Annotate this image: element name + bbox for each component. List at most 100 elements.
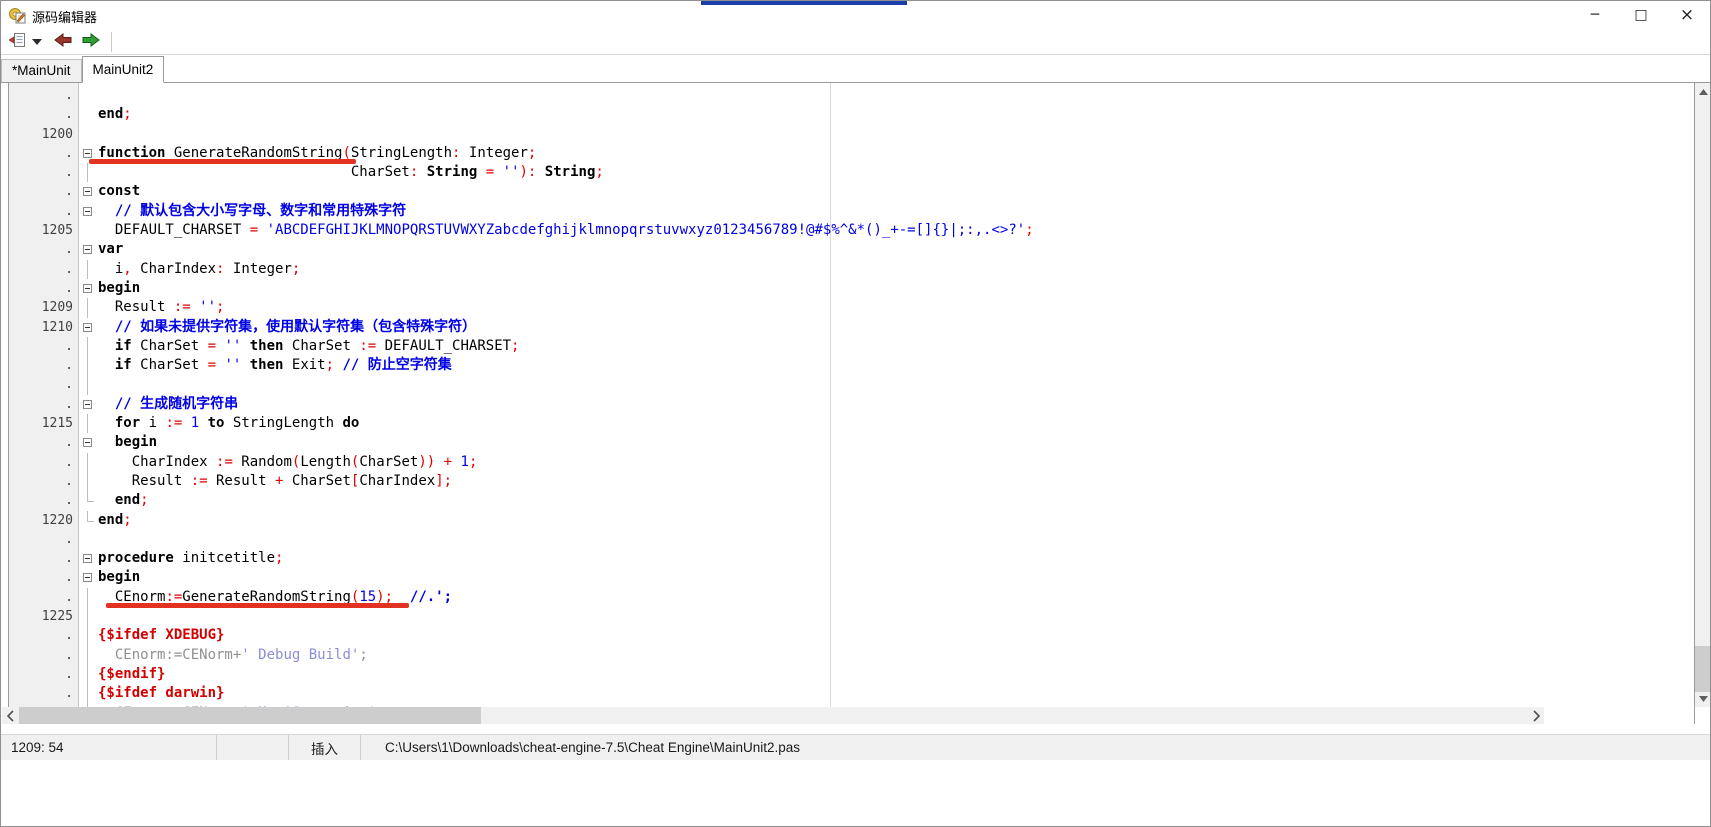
code-line[interactable]: . {$ifdef darwin} — [9, 684, 1694, 704]
goto-section-icon — [8, 31, 27, 52]
code-line[interactable]: . i, CharIndex: Integer; — [9, 259, 1694, 279]
line-number: 1205 — [41, 223, 73, 239]
code-line[interactable]: . CEnorm:=CENorm+' Debug Build'; — [9, 645, 1694, 665]
fold-line — [87, 259, 88, 279]
window-title: 源码编辑器 — [32, 10, 98, 25]
code-line[interactable]: . begin — [9, 279, 1694, 298]
fold-line — [87, 414, 88, 434]
fold-column — [79, 664, 98, 685]
fold-toggle-icon[interactable] — [83, 573, 92, 583]
fold-toggle-icon[interactable] — [83, 148, 92, 158]
line-number: . — [65, 493, 73, 509]
line-number: . — [65, 242, 73, 258]
line-number: . — [65, 396, 73, 412]
code-line[interactable]: . — [9, 86, 1694, 105]
fold-line — [87, 298, 88, 318]
code-line[interactable]: . {$ifdef XDEBUG} — [9, 626, 1694, 646]
fold-column — [79, 318, 98, 337]
scroll-down-arrow-icon[interactable] — [1695, 690, 1710, 707]
code-text: procedure initcetitle; — [98, 550, 284, 567]
code-line[interactable]: . end; — [9, 105, 1694, 124]
code-line[interactable]: . begin — [9, 568, 1694, 587]
code-line[interactable]: . // 生成随机字符串 — [9, 395, 1694, 414]
fold-toggle-icon[interactable] — [83, 283, 92, 293]
fold-line — [87, 664, 88, 685]
fold-toggle-icon[interactable] — [83, 399, 92, 409]
fold-line — [87, 452, 88, 472]
line-number: . — [65, 184, 73, 200]
code-line[interactable]: . CharSet: String = ''): String; — [9, 163, 1694, 183]
code-line[interactable]: . const — [9, 182, 1694, 201]
line-number: . — [65, 570, 73, 586]
fold-line — [87, 587, 88, 608]
code-text: for i := 1 to StringLength do — [114, 415, 360, 432]
code-line[interactable]: . {$endif} — [9, 664, 1694, 685]
code-line[interactable]: 1205 DEFAULT_CHARSET = 'ABCDEFGHIJKLMNOP… — [9, 221, 1694, 240]
fold-column — [79, 259, 98, 279]
line-number: . — [65, 551, 73, 567]
code-text: // 生成随机字符串 — [114, 395, 239, 412]
goto-dropdown-button[interactable] — [29, 31, 45, 53]
code-line[interactable]: . var — [9, 240, 1694, 259]
fold-column — [79, 395, 98, 414]
code-text: i, CharIndex: Integer; — [98, 260, 301, 277]
fold-column — [79, 471, 98, 492]
code-line[interactable]: . — [9, 530, 1694, 549]
minimize-button[interactable]: ─ — [1572, 1, 1618, 29]
code-line[interactable]: 1225 — [9, 607, 1694, 627]
line-number: . — [65, 531, 73, 547]
code-line[interactable]: . procedure initcetitle; — [9, 549, 1694, 568]
navigate-forward-button[interactable] — [79, 31, 103, 53]
fold-column — [79, 607, 98, 627]
fold-toggle-icon[interactable] — [83, 438, 92, 448]
code-line[interactable]: 1220 end; — [9, 510, 1694, 530]
line-number: . — [65, 454, 73, 470]
fold-toggle-icon[interactable] — [83, 554, 92, 564]
code-text: begin — [98, 279, 141, 296]
tab-mainunit[interactable]: *MainUnit — [1, 59, 82, 82]
line-number: . — [65, 358, 73, 374]
scroll-right-arrow-icon[interactable] — [1527, 707, 1544, 724]
code-line[interactable]: . if CharSet = '' then CharSet := DEFAUL… — [9, 336, 1694, 357]
fold-column — [79, 491, 98, 510]
code-text: begin — [98, 569, 141, 586]
fold-column — [79, 452, 98, 472]
code-editor[interactable]: .. end; 1200. function GenerateRandomString… — [8, 83, 1695, 724]
horizontal-scrollbar-thumb[interactable] — [19, 707, 481, 724]
fold-line — [87, 684, 88, 704]
maximize-button[interactable]: □ — [1618, 1, 1664, 29]
vertical-scrollbar-thumb[interactable] — [1695, 646, 1710, 692]
line-number: . — [65, 666, 73, 682]
line-number: . — [65, 165, 73, 181]
fold-toggle-icon[interactable] — [83, 206, 92, 216]
horizontal-scrollbar[interactable] — [2, 707, 1544, 724]
source-editor-window: 源码编辑器 ─ □ × *MainUnit MainUnit2 . . end;… — [0, 0, 1711, 827]
code-line[interactable]: . Result := Result + CharSet[CharIndex]; — [9, 471, 1694, 492]
vertical-scrollbar[interactable] — [1695, 83, 1710, 707]
line-number: . — [65, 338, 73, 354]
navigate-back-button[interactable] — [51, 31, 75, 53]
code-line[interactable]: 1200 — [9, 125, 1694, 144]
line-number: . — [65, 203, 73, 219]
fold-column — [79, 568, 98, 587]
code-line[interactable]: 1210 // 如果未提供字符集，使用默认字符集（包含特殊字符） — [9, 318, 1694, 337]
fold-column — [79, 86, 98, 105]
fold-toggle-icon[interactable] — [83, 322, 92, 332]
code-line[interactable]: . if CharSet = '' then Exit; // 防止空字符集 — [9, 356, 1694, 376]
fold-toggle-icon[interactable] — [83, 245, 92, 255]
goto-section-button[interactable] — [7, 31, 29, 53]
code-line[interactable]: . CharIndex := Random(Length(CharSet)) +… — [9, 452, 1694, 472]
code-line[interactable]: . end; — [9, 491, 1694, 510]
fold-column — [79, 356, 98, 376]
code-line[interactable]: 1209 Result := ''; — [9, 298, 1694, 318]
code-line[interactable]: . begin — [9, 433, 1694, 452]
code-line[interactable]: 1215 for i := 1 to StringLength do — [9, 414, 1694, 434]
scroll-left-arrow-icon[interactable] — [2, 707, 19, 724]
close-button[interactable]: × — [1664, 1, 1710, 29]
code-line[interactable]: . // 默认包含大小写字母、数字和常用特殊字符 — [9, 202, 1694, 221]
scroll-up-arrow-icon[interactable] — [1695, 83, 1710, 100]
line-number: 1215 — [41, 416, 73, 432]
code-line[interactable]: . — [9, 375, 1694, 395]
fold-toggle-icon[interactable] — [83, 187, 92, 197]
tab-mainunit2[interactable]: MainUnit2 — [81, 56, 165, 83]
